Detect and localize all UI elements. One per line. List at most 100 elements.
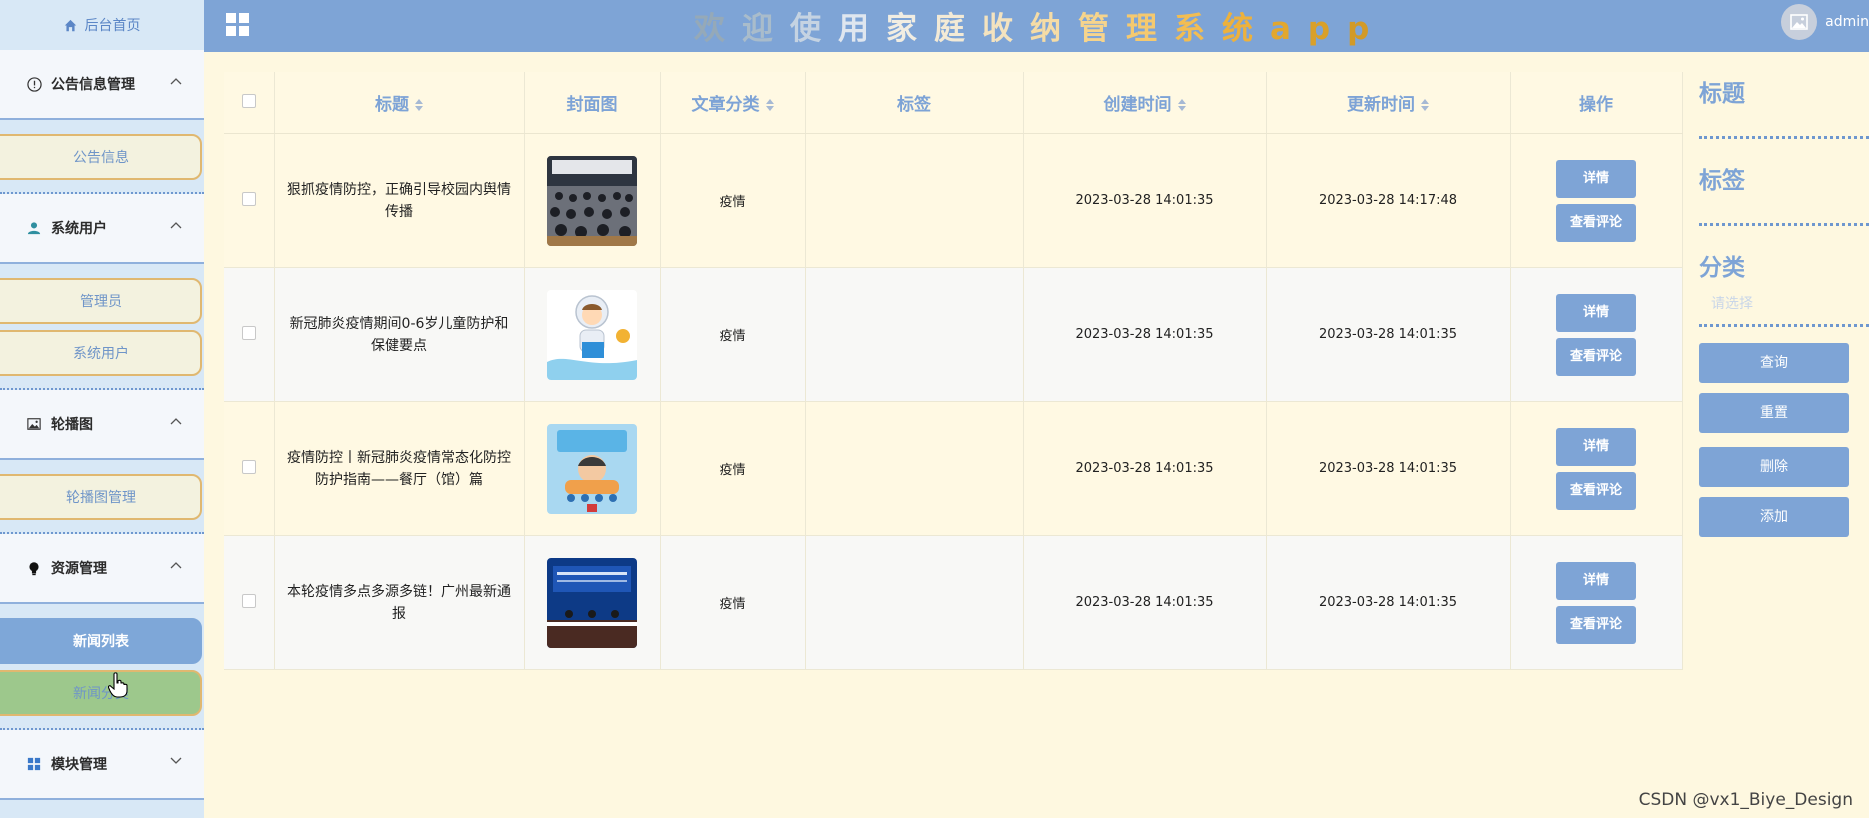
detail-button[interactable]: 详情 [1556, 561, 1636, 600]
sidebar-item-carousel-management[interactable]: 轮播图管理 [0, 474, 202, 520]
bulb-icon [26, 560, 42, 576]
row-title: 本轮疫情多点多源多链！广州最新通报 [274, 535, 525, 670]
row-select-cell [224, 401, 275, 536]
table-header-row: 标题 封面图 文章分类 标签 创建时间 更新时间 操作 [224, 72, 1683, 134]
row-category: 疫情 [660, 535, 806, 670]
row-created: 2023-03-28 14:01:35 [1023, 401, 1267, 536]
row-cover [524, 535, 661, 670]
sidebar-group-modules[interactable]: 模块管理 [0, 730, 204, 800]
row-checkbox[interactable] [241, 593, 256, 608]
view-comments-button[interactable]: 查看评论 [1556, 471, 1636, 510]
row-tags [805, 535, 1024, 670]
detail-button[interactable]: 详情 [1556, 159, 1636, 198]
sort-icon[interactable] [415, 99, 423, 111]
row-checkbox[interactable] [241, 459, 256, 474]
sidebar-item-news-list[interactable]: 新闻列表 [0, 618, 202, 664]
col-created[interactable]: 创建时间 [1023, 72, 1267, 134]
info-icon [26, 76, 42, 92]
cover-image-press-conference [547, 557, 637, 648]
col-tags-label: 标签 [897, 95, 931, 115]
site-title-char: 管 [1078, 11, 1126, 47]
divider [1699, 324, 1869, 327]
cover-image-poster [547, 423, 637, 514]
site-title-char: 欢 [694, 11, 742, 47]
sidebar-group-announcements[interactable]: 公告信息管理 [0, 50, 204, 120]
query-button[interactable]: 查询 [1699, 343, 1849, 383]
sort-icon[interactable] [765, 99, 774, 111]
cover-image-meeting [547, 155, 637, 246]
filter-category-label: 分类 [1699, 255, 1745, 281]
row-created: 2023-03-28 14:01:35 [1023, 133, 1267, 268]
sidebar-home[interactable]: 后台首页 [0, 0, 204, 50]
select-all-checkbox[interactable] [241, 93, 256, 108]
user-menu[interactable]: admin [1781, 0, 1869, 44]
sidebar-group-carousel[interactable]: 轮播图 [0, 390, 204, 460]
row-select-cell [224, 133, 275, 268]
filter-panel: 标题 标签 分类 请选择 查询 重置 删除 添加 [1699, 72, 1869, 547]
site-title-char: 系 [1174, 11, 1222, 47]
tag-input[interactable] [1699, 223, 1869, 226]
chevron-up-icon [170, 418, 182, 425]
col-title[interactable]: 标题 [274, 72, 525, 134]
view-comments-button[interactable]: 查看评论 [1556, 337, 1636, 376]
row-actions: 详情 查看评论 [1510, 535, 1683, 670]
site-title-char: 用 [838, 11, 886, 47]
row-cover [524, 133, 661, 268]
sort-icon[interactable] [1177, 99, 1186, 111]
view-comments-button[interactable]: 查看评论 [1556, 203, 1636, 242]
user-name[interactable]: admin [1825, 14, 1869, 30]
chevron-up-icon [170, 222, 182, 229]
site-title-char: 庭 [934, 11, 982, 47]
filter-title-label: 标题 [1699, 81, 1745, 107]
sidebar-group-resources[interactable]: 资源管理 [0, 534, 204, 604]
sidebar-item-announcement-info[interactable]: 公告信息 [0, 134, 202, 180]
row-actions: 详情 查看评论 [1510, 267, 1683, 402]
chevron-down-icon [170, 757, 182, 764]
row-tags [805, 133, 1024, 268]
col-updated[interactable]: 更新时间 [1266, 72, 1511, 134]
site-title-char: 迎 [742, 11, 790, 47]
category-select[interactable]: 请选择 [1699, 290, 1869, 318]
title-input[interactable] [1699, 136, 1869, 139]
row-cover [524, 401, 661, 536]
top-header: 欢迎使用家庭收纳管理系统app admin [204, 0, 1869, 52]
row-title: 新冠肺炎疫情期间0-6岁儿童防护和保健要点 [274, 267, 525, 402]
row-title: 疫情防控丨新冠肺炎疫情常态化防控防护指南——餐厅（馆）篇 [274, 401, 525, 536]
detail-button[interactable]: 详情 [1556, 427, 1636, 466]
user-icon [26, 220, 42, 236]
avatar[interactable] [1781, 4, 1818, 40]
sort-icon[interactable] [1421, 99, 1429, 111]
col-tags: 标签 [805, 72, 1024, 134]
cover-image-astronaut-child [547, 289, 637, 380]
row-created: 2023-03-28 14:01:35 [1023, 267, 1267, 402]
row-checkbox[interactable] [241, 191, 256, 206]
sidebar-group-label: 模块管理 [51, 757, 107, 773]
sidebar-group-label: 轮播图 [51, 417, 93, 433]
row-checkbox[interactable] [241, 325, 256, 340]
col-category[interactable]: 文章分类 [660, 72, 806, 134]
sidebar-group-label: 系统用户 [51, 221, 107, 237]
site-title-char: 收 [982, 11, 1030, 47]
row-category: 疫情 [660, 133, 806, 268]
col-category-label: 文章分类 [691, 95, 760, 115]
chevron-up-icon [170, 562, 182, 569]
reset-button[interactable]: 重置 [1699, 393, 1849, 433]
view-comments-button[interactable]: 查看评论 [1556, 605, 1636, 644]
add-button[interactable]: 添加 [1699, 497, 1849, 537]
detail-button[interactable]: 详情 [1556, 293, 1636, 332]
delete-button[interactable]: 删除 [1699, 447, 1849, 487]
sidebar-item-system-users[interactable]: 系统用户 [0, 330, 202, 376]
table-row: 狠抓疫情防控，正确引导校园内舆情传播 疫情 2023-03-28 14:01:3… [224, 133, 1683, 268]
row-actions: 详情 查看评论 [1510, 133, 1683, 268]
table-row: 本轮疫情多点多源多链！广州最新通报 疫情 2023-03-28 14:01:35 [224, 535, 1683, 670]
select-all-cell [224, 72, 275, 134]
sidebar-item-label: 公告信息 [73, 150, 129, 166]
sidebar-item-admin[interactable]: 管理员 [0, 278, 202, 324]
sidebar-group-system-users[interactable]: 系统用户 [0, 194, 204, 264]
row-actions: 详情 查看评论 [1510, 401, 1683, 536]
sidebar-group-label: 资源管理 [51, 561, 107, 577]
sidebar-item-news-category-list[interactable]: 新闻分类 [0, 670, 202, 716]
menu-toggle-icon[interactable] [226, 13, 250, 37]
site-title-char: 统 [1222, 11, 1270, 47]
sidebar: 后台首页 公告信息管理 公告信息 系统用户 管理员 系统用户 轮播图 轮播图管理… [0, 0, 204, 818]
